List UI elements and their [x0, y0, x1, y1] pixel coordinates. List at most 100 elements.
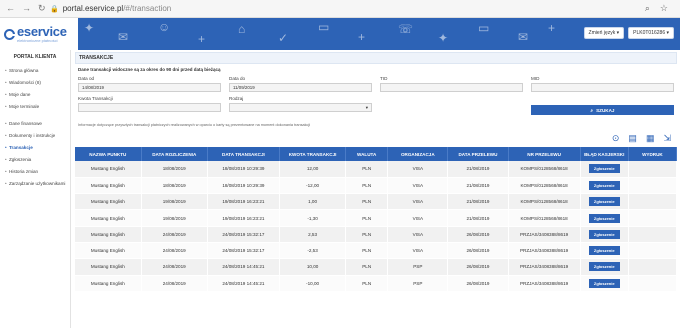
table-row: Mustang English 18/08/2019 18/08/2019 10:2…	[75, 177, 678, 195]
address-bar[interactable]: portal.eservice.pl/#/transaction	[63, 4, 645, 13]
language-dropdown[interactable]: Zmień język ▾	[583, 27, 625, 39]
col-header[interactable]: DATA ROZLICZENIA	[141, 147, 208, 161]
tid-label: TID	[380, 76, 388, 81]
print-icon[interactable]: ⊙	[612, 133, 620, 144]
star-icon[interactable]: ☆	[660, 3, 668, 14]
col-header[interactable]: ORGANIZACJA	[387, 147, 449, 161]
export-icon[interactable]: ⇲	[663, 133, 671, 144]
sidebar-item-history[interactable]: • Historia zmian	[0, 165, 70, 177]
logo-icon	[4, 28, 16, 40]
table-cell: 24/08/2019 15:32:17	[207, 242, 280, 260]
col-header[interactable]: KWOTA TRANSAKCJI	[279, 147, 347, 161]
table-cell: PLN	[345, 226, 389, 243]
table-cell: PLN	[345, 242, 389, 260]
type-label: Rodzaj	[229, 96, 244, 101]
amount-field[interactable]	[78, 103, 221, 112]
table-cell: PLN	[345, 193, 389, 211]
table-row: Mustang English 24/08/2019 24/08/2019 15:3…	[75, 242, 678, 260]
table-cell	[628, 258, 678, 276]
app-header: eservice elektroniczne płatności ✦ ✉ ☺ +…	[0, 18, 680, 50]
report-button[interactable]: Zgłoszenie	[588, 229, 620, 239]
col-header[interactable]: WYDRUK	[628, 147, 678, 161]
table-cell: Mustang English	[75, 242, 142, 260]
reload-icon[interactable]: ↻	[38, 3, 46, 14]
report-button[interactable]: Zgłoszenie	[588, 246, 620, 256]
table-cell: -10,00	[279, 275, 347, 292]
sidebar-item-my-data[interactable]: • Moje dane	[0, 88, 70, 100]
col-header[interactable]: WALUTA	[345, 147, 389, 161]
table-row: Mustang English 18/08/2019 18/08/2019 10:2…	[75, 161, 678, 178]
table-cell: 24/08/2019	[141, 226, 208, 243]
table-cell: 1,00	[279, 193, 347, 211]
chevron-down-icon: ▾	[365, 104, 368, 110]
forward-icon[interactable]: →	[22, 3, 31, 14]
col-header[interactable]: BŁĄD KASJERSKI	[580, 147, 629, 161]
logo[interactable]: eservice elektroniczne płatności	[0, 18, 78, 50]
table-cell: VISA	[387, 242, 449, 260]
table-cell	[628, 209, 678, 227]
table-cell: 21/08/2019	[447, 177, 509, 195]
table-cell: Zgłoszenie	[580, 226, 629, 243]
table-cell: 12,00	[279, 161, 347, 178]
date-to-label: Data do	[229, 76, 246, 81]
table-cell	[628, 177, 678, 195]
type-select[interactable]: ▾	[229, 103, 372, 112]
table-cell: Mustang English	[75, 193, 142, 211]
report-button[interactable]: Zgłoszenie	[588, 278, 620, 288]
table-cell: Mustang English	[75, 209, 142, 227]
back-icon[interactable]: ←	[6, 3, 15, 14]
date-to-field[interactable]: 11/09/2019	[229, 83, 372, 92]
report-button[interactable]: Zgłoszenie	[588, 164, 620, 174]
table-cell: 18/08/2019 10:29:39	[207, 177, 280, 195]
table-cell: VISA	[387, 177, 449, 195]
table-row: Mustang English 19/08/2019 19/08/2019 16:2…	[75, 209, 678, 227]
col-header[interactable]: DATA PRZELEWU	[447, 147, 509, 161]
grid-icon[interactable]: ▦	[646, 133, 655, 144]
sidebar-item-transactions[interactable]: • Transakcje	[0, 141, 70, 153]
sidebar-item-terminals[interactable]: • Moje terminale	[0, 100, 70, 112]
sidebar-item-home[interactable]: • Strona główna	[0, 64, 70, 76]
table-cell: VISA	[387, 161, 449, 178]
sidebar-item-documents[interactable]: • Dokumenty i instrukcje	[0, 129, 70, 141]
table-cell: 26/08/2019	[447, 258, 509, 276]
search-icon[interactable]: ⌕	[645, 3, 650, 14]
table-cell: VISA	[387, 226, 449, 243]
table-cell: 24/08/2019 14:45:21	[207, 275, 280, 292]
date-from-field[interactable]: 14/08/2019	[78, 83, 221, 92]
table-cell: -1,30	[279, 209, 347, 227]
table-cell: PSP	[387, 258, 449, 276]
table-cell: Zgłoszenie	[580, 161, 629, 178]
tid-field[interactable]	[380, 83, 523, 92]
sidebar-item-messages[interactable]: • Wiadomości (8)	[0, 76, 70, 88]
table-cell: Zgłoszenie	[580, 258, 629, 276]
table-cell: VISA	[387, 209, 449, 227]
report-button[interactable]: Zgłoszenie	[588, 197, 620, 207]
browser-bar: ← → ↻ 🔒 portal.eservice.pl/#/transaction…	[0, 0, 680, 18]
mid-field[interactable]	[531, 83, 674, 92]
table-cell: 18/08/2019	[141, 177, 208, 195]
table-cell: 24/08/2019	[141, 242, 208, 260]
table-cell: 24/08/2019 15:32:17	[207, 226, 280, 243]
report-button[interactable]: Zgłoszenie	[588, 180, 620, 190]
table-row: Mustang English 24/08/2019 24/08/2019 15:3…	[75, 226, 678, 243]
col-header[interactable]: NR PRZELEWU	[508, 147, 581, 161]
sidebar-title: PORTAL KLIENTA	[13, 54, 57, 60]
sidebar-item-users[interactable]: • Zarządzanie użytkownikami	[0, 177, 70, 189]
col-header[interactable]: NAZWA PUNKTU	[75, 147, 142, 161]
account-dropdown[interactable]: PLK0T016286 ▾	[628, 27, 674, 39]
excel-icon[interactable]: ▤	[628, 133, 637, 144]
table-cell: 10,00	[279, 258, 347, 276]
table-cell: 26/08/2019	[447, 275, 509, 292]
table-cell: 24/08/2019	[141, 275, 208, 292]
report-button[interactable]: Zgłoszenie	[588, 262, 620, 272]
table-cell: Mustang English	[75, 275, 142, 292]
search-button[interactable]: ⌕ SZUKAJ	[531, 105, 674, 115]
report-button[interactable]: Zgłoszenie	[588, 213, 620, 223]
sidebar-item-financial[interactable]: • Dane finansowe	[0, 117, 70, 129]
sidebar-item-reports[interactable]: • Zgłoszenia	[0, 153, 70, 165]
col-header[interactable]: DATA TRANSAKCJI	[207, 147, 280, 161]
lock-icon: 🔒	[50, 5, 59, 13]
table-cell: Zgłoszenie	[580, 275, 629, 292]
table-cell: PLN	[345, 258, 389, 276]
browser-actions: ⌕ ☆	[645, 3, 668, 14]
